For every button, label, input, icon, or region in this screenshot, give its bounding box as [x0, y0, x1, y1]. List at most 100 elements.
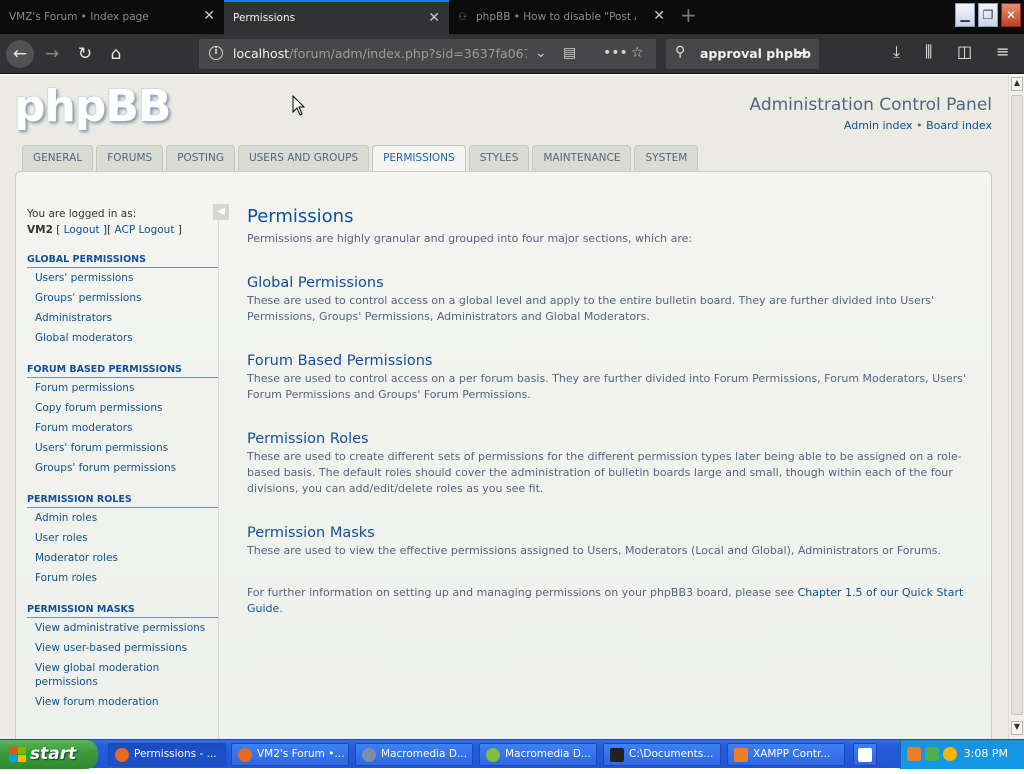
tab-title: Permissions	[233, 12, 296, 24]
download-icon[interactable]: ⤓	[893, 42, 900, 62]
menu-item-moderator-roles[interactable]: Moderator roles	[27, 548, 218, 568]
taskbar-item-macromedia-2[interactable]: Macromedia D...	[479, 743, 597, 766]
taskbar-item-macromedia-1[interactable]: Macromedia D...	[355, 743, 473, 766]
link-separator: •	[916, 119, 923, 132]
tab-close-icon[interactable]: ✕	[653, 9, 665, 23]
more-actions-icon[interactable]: •••	[603, 45, 628, 61]
menu-item-user-roles[interactable]: User roles	[27, 528, 218, 548]
new-tab-icon[interactable]: +	[680, 5, 697, 25]
collapse-menu-icon[interactable]: ◀	[213, 204, 229, 220]
tab-styles[interactable]: STYLES	[468, 145, 530, 171]
taskbar-item-label: XAMPP Contr...	[753, 748, 831, 760]
content-panel: ◀ You are logged in as: VM2 [ Logout ][ …	[15, 171, 992, 739]
windows-flag-icon	[9, 746, 26, 762]
browser-tab-phpbb-disable[interactable]: ⚇ phpBB • How to disable "Post Ann ✕	[449, 0, 674, 34]
macromedia-icon	[362, 748, 376, 762]
menu-item-users-permissions[interactable]: Users' permissions	[27, 268, 218, 288]
tab-system[interactable]: SYSTEM	[634, 145, 699, 171]
logout-link[interactable]: Logout	[64, 224, 100, 236]
reload-icon[interactable]: ↻	[71, 40, 99, 68]
menu-item-users-forum-permissions[interactable]: Users' forum permissions	[27, 438, 218, 458]
scrollbar-thumb[interactable]	[1011, 95, 1023, 715]
url-text[interactable]: localhost/forum/adm/index.php?sid=3637fa…	[233, 46, 527, 61]
taskbar-item-xampp[interactable]: XAMPP Contr...	[727, 743, 845, 766]
xampp-tray-icon[interactable]	[907, 747, 921, 761]
browser-tab-forum-index[interactable]: VMZ's Forum • Index page ✕	[0, 0, 224, 34]
restore-button[interactable]: ❐	[978, 3, 998, 27]
page-scrollbar[interactable]: ▲ ▼	[1008, 75, 1024, 739]
section-heading-permission-roles: Permission Roles	[247, 431, 369, 447]
tab-posting[interactable]: POSTING	[166, 145, 235, 171]
menu-item-admin-roles[interactable]: Admin roles	[27, 508, 218, 528]
menu-item-administrators[interactable]: Administrators	[27, 308, 218, 328]
search-go-arrow-icon[interactable]: →	[794, 43, 807, 62]
sidebar-toggle-icon[interactable]: ◫	[957, 42, 972, 61]
phpbb-logo[interactable]: phpBB	[14, 81, 171, 132]
bookmark-star-icon[interactable]: ☆	[631, 45, 644, 61]
menu-item-forum-roles[interactable]: Forum roles	[27, 568, 218, 588]
tab-forums[interactable]: FORUMS	[96, 145, 164, 171]
menu-item-view-forum-moderation[interactable]: View forum moderation	[27, 692, 218, 712]
logged-in-label: You are logged in as:	[27, 208, 137, 220]
menu-item-forum-permissions[interactable]: Forum permissions	[27, 378, 218, 398]
chevron-down-icon[interactable]: ⌄	[535, 45, 547, 61]
search-box[interactable]: ⚲ approval phpbb →	[666, 39, 819, 69]
forward-arrow-icon[interactable]: →	[38, 40, 66, 68]
menu-item-view-global-moderation-permissions[interactable]: View global moderation permissions	[27, 658, 218, 692]
info-icon[interactable]: i	[209, 46, 223, 60]
tab-permissions[interactable]: PERMISSIONS	[372, 145, 466, 173]
windows-taskbar: start Permissions - ... VM2's Forum •...…	[0, 739, 1024, 769]
tab-users-and-groups[interactable]: USERS AND GROUPS	[237, 145, 370, 171]
section-heading-global-permissions: Global Permissions	[247, 275, 384, 291]
start-button[interactable]: start	[0, 740, 98, 769]
minimize-button[interactable]: ▁	[955, 3, 975, 27]
menu-item-view-admin-permissions[interactable]: View administrative permissions	[27, 618, 218, 638]
sidebar-menu: ◀ You are logged in as: VM2 [ Logout ][ …	[27, 204, 229, 739]
home-icon[interactable]: ⌂	[102, 40, 130, 68]
menu-item-groups-forum-permissions[interactable]: Groups' forum permissions	[27, 458, 218, 478]
section-heading-permission-masks: Permission Masks	[247, 525, 375, 541]
section-text-permission-masks: These are used to view the effective per…	[247, 544, 941, 557]
scroll-up-icon[interactable]: ▲	[1011, 77, 1023, 91]
tab-title: phpBB • How to disable "Post Ann	[476, 11, 636, 23]
taskbar-item-label: VM2's Forum •...	[257, 748, 345, 760]
intro-text: Permissions are highly granular and grou…	[247, 232, 693, 245]
dreamweaver-icon	[486, 748, 500, 762]
menu-item-groups-permissions[interactable]: Groups' permissions	[27, 288, 218, 308]
menu-hamburger-icon[interactable]: ≡	[996, 42, 1009, 61]
tab-general[interactable]: GENERAL	[22, 145, 94, 171]
board-index-link[interactable]: Board index	[926, 119, 992, 132]
menu-item-view-user-based-permissions[interactable]: View user-based permissions	[27, 638, 218, 658]
library-icon[interactable]: ⫼	[925, 42, 932, 62]
taskbar-item-documents[interactable]: C:\Documents...	[603, 743, 721, 766]
browser-tab-permissions[interactable]: Permissions ✕	[224, 0, 449, 34]
menu-item-global-moderators[interactable]: Global moderators	[27, 328, 218, 348]
menu-item-copy-forum-permissions[interactable]: Copy forum permissions	[27, 398, 218, 418]
taskbar-help-button[interactable]	[853, 743, 877, 766]
tab-close-icon[interactable]: ✕	[203, 9, 215, 23]
clock: 3:08 PM	[963, 747, 1008, 760]
reader-view-icon[interactable]: ▤	[563, 45, 576, 61]
tab-maintenance[interactable]: MAINTENANCE	[532, 145, 632, 171]
tab-title: VMZ's Forum • Index page	[9, 11, 149, 23]
taskbar-item-label: Permissions - ...	[134, 748, 217, 760]
menu-item-forum-moderators[interactable]: Forum moderators	[27, 418, 218, 438]
further-info-end: .	[279, 602, 283, 615]
scroll-down-icon[interactable]: ▼	[1011, 721, 1023, 735]
system-tray: 3:08 PM	[900, 740, 1024, 769]
header-links: Admin index • Board index	[844, 119, 992, 132]
address-bar[interactable]: i localhost/forum/adm/index.php?sid=3637…	[199, 39, 656, 69]
network-tray-icon[interactable]	[925, 747, 939, 761]
taskbar-item-vm2-forum[interactable]: VM2's Forum •...	[231, 743, 349, 766]
admin-index-link[interactable]: Admin index	[844, 119, 913, 132]
acp-logout-link[interactable]: ACP Logout	[115, 224, 175, 236]
help-icon	[858, 748, 872, 762]
search-tray-icon[interactable]	[943, 747, 957, 761]
further-info-text: For further information on setting up an…	[247, 585, 977, 617]
taskbar-item-permissions[interactable]: Permissions - ...	[108, 743, 226, 766]
firefox-icon	[115, 748, 129, 762]
firefox-icon	[238, 748, 252, 762]
close-window-button[interactable]: ✕	[1001, 3, 1021, 27]
tab-close-icon[interactable]: ✕	[428, 11, 440, 25]
back-arrow-icon[interactable]: ←	[6, 40, 34, 68]
